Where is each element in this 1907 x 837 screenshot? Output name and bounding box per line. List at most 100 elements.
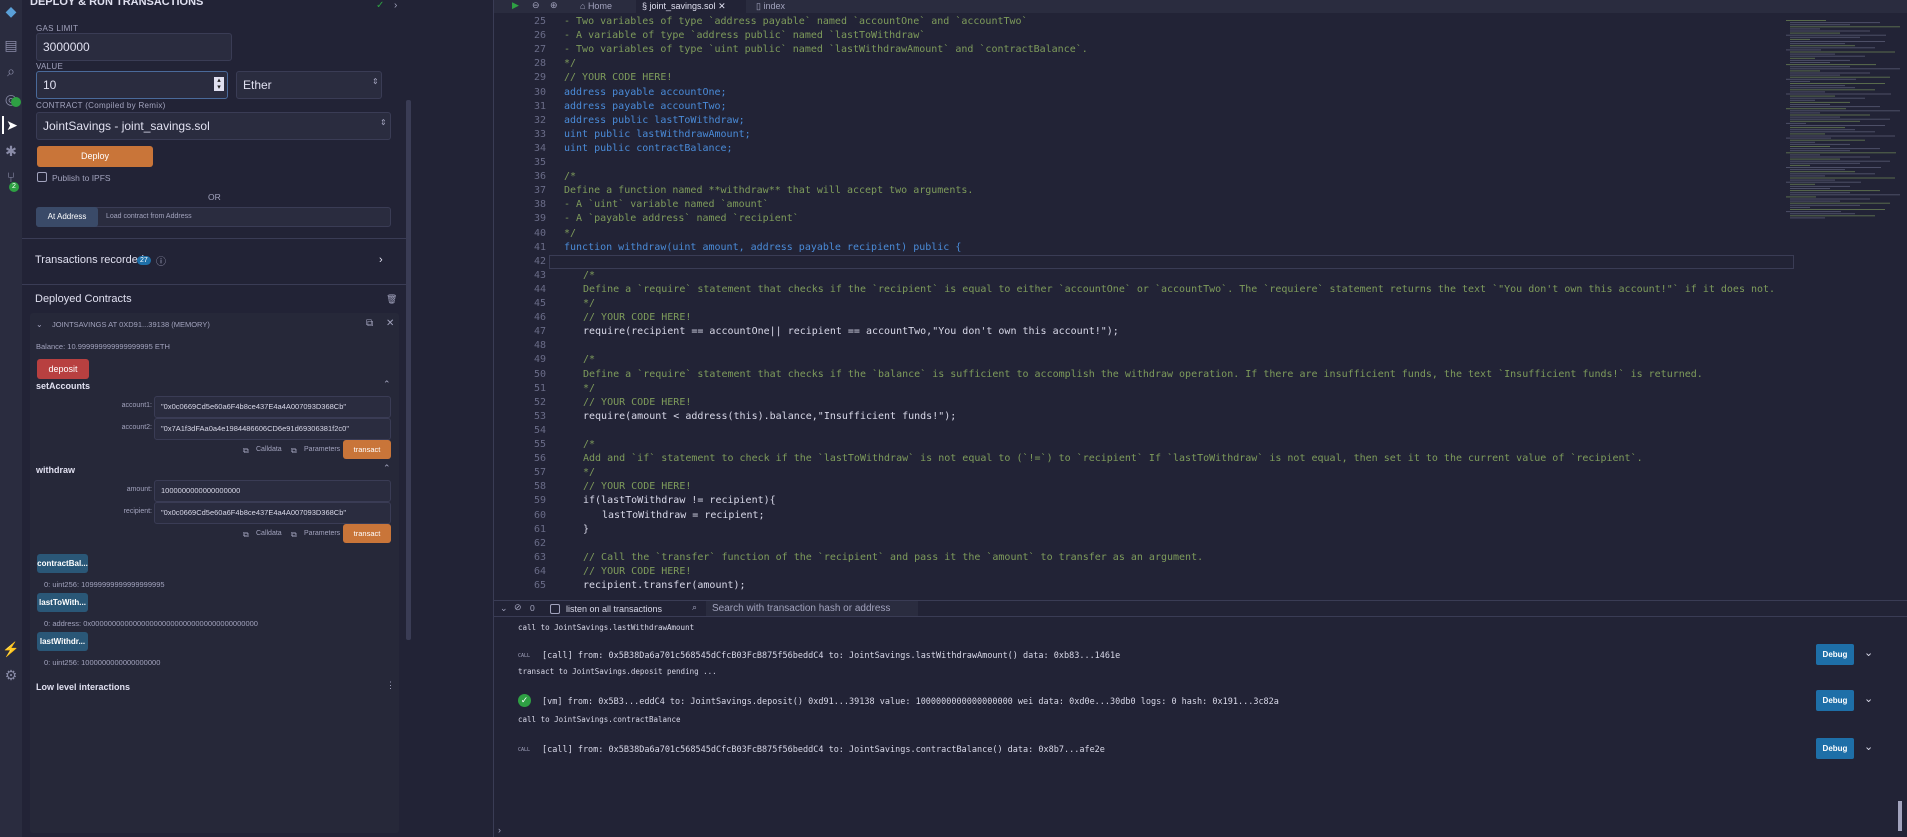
listen-checkbox[interactable] [550, 604, 560, 614]
more-icon[interactable]: ⋮ [386, 680, 395, 691]
chevron-up-icon[interactable]: ⌃ [383, 379, 391, 390]
search-icon[interactable]: ⌕ [2, 62, 20, 80]
minimap-line [1790, 26, 1900, 28]
minimap-line [1786, 137, 1831, 139]
minimap-line [1790, 217, 1825, 219]
code-line: uint public contractBalance; [564, 142, 733, 154]
debugger-icon[interactable]: ✱ [2, 142, 20, 160]
code-line: require(amount < address(this).balance,"… [583, 410, 957, 422]
account1-input[interactable]: "0x0c0669Cd5e60a6F4b8ce437E4a4A007093D36… [154, 396, 391, 418]
publish-ipfs-checkbox[interactable] [37, 172, 47, 182]
minimap-line [1790, 74, 1840, 76]
minimap-line [1790, 116, 1840, 118]
zoom-out-icon[interactable]: ⊖ [532, 0, 540, 11]
minimap-line [1786, 108, 1846, 110]
panel-scrollbar[interactable] [406, 100, 411, 640]
deploy-button[interactable]: Deploy [37, 146, 153, 167]
minimap-line [1786, 64, 1876, 66]
code-line: */ [583, 467, 596, 479]
code-line: address payable accountOne; [564, 86, 727, 98]
calldata-label[interactable]: Calldata [256, 530, 282, 537]
git-badge: 2 [9, 182, 19, 192]
minimap-line [1790, 204, 1860, 206]
line-number: 38 [533, 199, 546, 211]
last-to-withdraw-button[interactable]: lastToWith... [37, 593, 88, 612]
contract-select[interactable]: JointSavings - joint_savings.sol [36, 112, 391, 140]
deposit-button[interactable]: deposit [37, 359, 89, 379]
tab-joint-savings[interactable]: § joint_savings.sol ✕ [636, 0, 746, 13]
code-line: uint public lastWithdrawAmount; [564, 128, 751, 140]
run-icon[interactable]: ▶ [512, 0, 519, 11]
contract-label: CONTRACT (Compiled by Remix) [36, 101, 166, 110]
line-number: 34 [533, 142, 546, 154]
gas-limit-input[interactable]: 3000000 [36, 33, 232, 61]
chevron-down-icon[interactable]: ⌄ [1864, 692, 1873, 705]
remix-logo-icon[interactable]: ◆ [2, 2, 20, 20]
chevron-down-icon[interactable]: ⌄ [36, 320, 43, 329]
minimap-line [1790, 160, 1890, 162]
trash-icon[interactable]: 🗑 [386, 294, 397, 305]
value-stepper-icon[interactable]: ▴ ▾ [214, 77, 224, 91]
code-editor[interactable]: 25 - Two variables of type `address payab… [494, 13, 1907, 600]
terminal-search-input[interactable]: Search with transaction hash or address [706, 601, 918, 616]
copy-icon[interactable]: ⧉ [366, 318, 373, 329]
settings-icon[interactable]: ⚙ [2, 666, 20, 684]
chevron-up-icon[interactable]: ⌃ [383, 463, 391, 474]
collapse-icon[interactable]: ⌄ [500, 603, 508, 614]
amount-input[interactable]: 1000000000000000000 [154, 480, 391, 502]
debug-button[interactable]: Debug [1816, 738, 1854, 759]
tab-index[interactable]: ▯ index [750, 0, 800, 13]
value-unit-select[interactable]: Ether [236, 71, 382, 99]
copy-icon[interactable]: ⧉ [291, 446, 297, 456]
chevron-right-icon[interactable]: › [394, 0, 397, 11]
tab-home[interactable]: ⌂ Home [574, 0, 634, 13]
copy-icon[interactable]: ⧉ [243, 446, 249, 456]
parameters-label[interactable]: Parameters [304, 530, 340, 537]
minimap-line [1790, 114, 1870, 116]
debug-button[interactable]: Debug [1816, 644, 1854, 665]
minimap-line [1786, 211, 1841, 213]
chevron-down-icon[interactable]: ⌄ [1864, 646, 1873, 659]
transactions-recorded-label[interactable]: Transactions recorded [35, 254, 144, 266]
code-line: /* [583, 269, 596, 281]
recipient-label: recipient: [123, 508, 152, 515]
line-number: 60 [533, 509, 546, 521]
chevron-down-icon[interactable]: ⌄ [1864, 740, 1873, 753]
plugin-icon[interactable]: ⚡ [2, 640, 20, 658]
account2-input[interactable]: "0x7A1f3dFAa0a4e1984486606CD6e91d6930638… [154, 418, 391, 440]
account1-label: account1: [121, 402, 152, 409]
deploy-run-icon[interactable]: ➤ [2, 116, 20, 134]
close-icon[interactable]: ✕ [386, 318, 394, 329]
close-icon[interactable]: ✕ [718, 1, 726, 11]
calldata-label[interactable]: Calldata [256, 446, 282, 453]
minimap-line [1786, 167, 1881, 168]
line-number: 47 [533, 326, 546, 338]
minimap-line [1790, 104, 1830, 105]
parameters-label[interactable]: Parameters [304, 446, 340, 453]
chevron-right-icon[interactable]: › [379, 254, 383, 266]
debug-button[interactable]: Debug [1816, 690, 1854, 711]
value-input[interactable]: 10 [36, 71, 228, 99]
gas-limit-label: GAS LIMIT [36, 24, 79, 33]
success-icon: ✓ [518, 694, 531, 707]
copy-icon[interactable]: ⧉ [243, 530, 249, 540]
terminal-scrollbar[interactable] [1898, 801, 1902, 831]
last-withdraw-amount-button[interactable]: lastWithdr... [37, 632, 88, 651]
contract-balance-button[interactable]: contractBal... [37, 554, 88, 573]
copy-icon[interactable]: ⧉ [291, 530, 297, 540]
recipient-input[interactable]: "0x0c0669Cd5e60a6F4b8ce437E4a4A007093D36… [154, 502, 391, 524]
divider [22, 284, 407, 285]
code-minimap[interactable] [1784, 18, 1902, 223]
zoom-in-icon[interactable]: ⊕ [550, 0, 558, 11]
transact-button[interactable]: transact [343, 440, 391, 459]
at-address-input[interactable]: Load contract from Address [106, 213, 192, 220]
transact-button[interactable]: transact [343, 524, 391, 543]
current-line-highlight [549, 255, 1794, 269]
code-line: // YOUR CODE HERE! [583, 565, 692, 577]
code-line: address public lastToWithdraw; [564, 114, 745, 126]
clear-icon[interactable]: ⊘ [514, 602, 522, 613]
log-line: transact to JointSavings.deposit pending… [518, 667, 717, 676]
file-explorer-icon[interactable]: ▤ [2, 36, 20, 54]
at-address-button[interactable]: At Address [36, 207, 98, 227]
line-number: 25 [533, 16, 546, 27]
